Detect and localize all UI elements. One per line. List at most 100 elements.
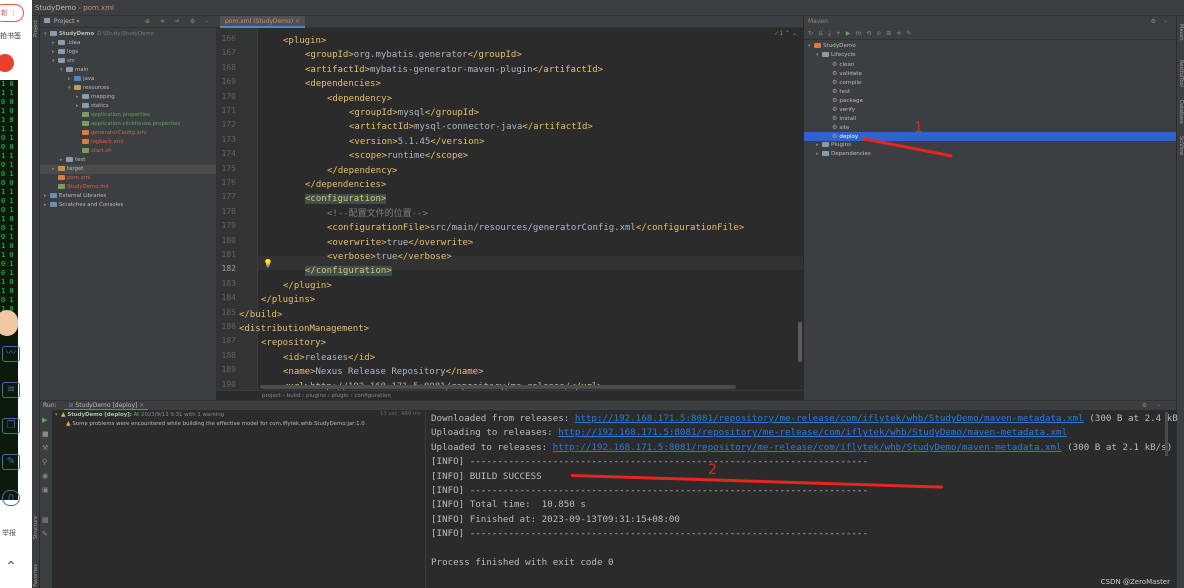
project-tree-item[interactable]: application-clickhouse.properties <box>40 120 216 129</box>
lifecycle-goal-test[interactable]: ⚙ test <box>804 87 1176 96</box>
code-line[interactable]: <groupId>mysql</groupId> <box>349 106 479 120</box>
project-view-select[interactable]: Project <box>54 18 75 25</box>
project-tree-item[interactable]: generatorConfig.xml <box>40 129 216 138</box>
project-tree-item[interactable]: ▸ Scratches and Consoles <box>40 201 216 210</box>
project-tree-item[interactable]: ▾ src <box>40 57 216 66</box>
project-tree-item[interactable]: ▸ target <box>40 165 216 174</box>
lightbulb-icon[interactable]: 💡 <box>263 259 273 268</box>
project-tree-item[interactable]: ▸ statics <box>40 102 216 111</box>
project-tree-item[interactable]: ▾ main <box>40 66 216 75</box>
code-line[interactable]: <plugin> <box>283 34 326 48</box>
console-link[interactable]: http://192.168.171.5:8081/repository/me-… <box>553 442 1062 453</box>
pin-icon[interactable]: ✎ <box>42 530 48 538</box>
layout-icon[interactable]: ▦ <box>42 516 49 524</box>
panel-actions[interactable]: ⊕ ≑ ≐ ⚙ – <box>145 16 212 28</box>
code-line[interactable]: <version>5.1.45</version> <box>349 135 484 149</box>
code-line[interactable]: <repository> <box>261 336 326 350</box>
code-line[interactable]: </dependencies> <box>305 178 386 192</box>
code-line[interactable]: <name>Nexus Release Repository</name> <box>283 365 484 379</box>
project-tree-item[interactable]: logback.xml <box>40 138 216 147</box>
maven-header-actions[interactable]: ⚙ – <box>1151 16 1170 28</box>
breadcrumb-item[interactable]: build <box>287 393 301 399</box>
editor-hscrollbar[interactable] <box>260 385 736 389</box>
console-link[interactable]: http://192.168.171.5:8081/repository/me-… <box>575 413 1084 424</box>
dependencies-node[interactable]: ▸ Dependencies <box>804 150 1176 159</box>
build-root-node[interactable]: ▾ ▲ StudyDemo [deploy]: At 2023/9/13 9:31… <box>52 410 425 419</box>
build-warning-node[interactable]: ▲ Some problems were encountered while b… <box>52 419 425 428</box>
rerun-icon[interactable]: ▶ <box>42 416 47 424</box>
stop-icon[interactable]: ■ <box>42 430 49 438</box>
lifecycle-goal-validate[interactable]: ⚙ validate <box>804 69 1176 78</box>
code-line[interactable]: <overwrite>true</overwrite> <box>327 236 473 250</box>
project-tree-item[interactable]: ▸ External Libraries <box>40 192 216 201</box>
console-output[interactable]: Downloaded from releases: http://192.168… <box>426 410 1178 588</box>
add-icon[interactable]: + <box>836 30 846 37</box>
camera-icon[interactable]: ▣ <box>42 486 49 494</box>
code-line[interactable]: <id>releases</id> <box>283 351 375 365</box>
copy-icon[interactable]: ❐ <box>2 418 20 434</box>
filter-icon[interactable]: ⚲ <box>42 458 47 466</box>
code-line[interactable]: <configuration> <box>305 192 387 206</box>
new-tab-button[interactable]: 新 ⋮ <box>0 4 24 22</box>
collapse-icon[interactable]: ≑ <box>896 30 906 37</box>
code-line[interactable]: <dependencies> <box>305 77 381 91</box>
run-icon[interactable]: ▶ <box>846 30 856 37</box>
code-line[interactable]: </dependency> <box>327 164 397 178</box>
download-icon[interactable]: ⤓ <box>828 30 836 37</box>
code-line[interactable]: <artifactId>mybatis-generator-maven-plug… <box>305 63 603 77</box>
inspection-widget[interactable]: ✓1 ⌃ ⌄ <box>774 30 797 37</box>
toggle-offline-icon[interactable]: ⟲ <box>866 30 876 37</box>
project-tree-item[interactable]: StudyDemo.iml <box>40 183 216 192</box>
eye-icon[interactable]: ◉ <box>42 472 48 480</box>
lifecycle-goal-clean[interactable]: ⚙ clean <box>804 60 1176 69</box>
nav-file[interactable]: pom.xml <box>83 4 114 12</box>
sciview-tool-tab[interactable]: SciView <box>1178 136 1184 155</box>
structure-tool-tab[interactable]: Structure <box>33 516 39 539</box>
code-line[interactable]: <dependency> <box>327 92 392 106</box>
code-line[interactable]: <!--配置文件的位置--> <box>327 207 428 221</box>
code-line[interactable]: <groupId>org.mybatis.generator</groupId> <box>305 48 522 62</box>
code-line[interactable]: </plugin> <box>283 279 332 293</box>
project-tree-item[interactable]: ▸ java <box>40 75 216 84</box>
skip-tests-icon[interactable]: ⊘ <box>876 30 886 37</box>
lifecycle-goal-package[interactable]: ⚙ package <box>804 96 1176 105</box>
code-line[interactable]: </build> <box>239 308 282 322</box>
chart-icon[interactable]: 〰 <box>2 346 20 362</box>
lifecycle-goal-verify[interactable]: ⚙ verify <box>804 105 1176 114</box>
headset-icon[interactable]: ∩ <box>2 490 20 506</box>
project-tool-tab[interactable]: Project <box>33 20 39 37</box>
wrench-icon[interactable]: ⚒ <box>42 444 48 452</box>
editor-tab-pom[interactable]: pom.xml (StudyDemo) × <box>220 16 305 28</box>
project-tree-item[interactable]: application.properties <box>40 111 216 120</box>
console-link[interactable]: http://192.168.171.5:8081/repository/me-… <box>558 427 1067 438</box>
maven-tool-tab[interactable]: Maven <box>1178 24 1184 41</box>
lifecycle-goal-install[interactable]: ⚙ install <box>804 114 1176 123</box>
chevron-up-icon[interactable]: ⌃ <box>2 560 20 576</box>
code-line[interactable]: <artifactId>mysql-connector-java</artifa… <box>349 120 593 134</box>
plugins-node[interactable]: ▸ Plugins <box>804 141 1176 150</box>
favorites-tool-tab[interactable]: Favorites <box>33 564 39 587</box>
settings-icon[interactable]: ✎ <box>906 30 916 37</box>
database-tool-tab[interactable]: Database <box>1178 100 1184 124</box>
project-tree-item[interactable]: ▾ StudyDemo D:\Study\StudyDemo <box>40 30 216 39</box>
lifecycle-goal-deploy[interactable]: ⚙ deploy <box>804 132 1176 141</box>
lifecycle-goal-compile[interactable]: ⚙ compile <box>804 78 1176 87</box>
lifecycle-goal-site[interactable]: ⚙ site <box>804 123 1176 132</box>
code-line[interactable]: <verbose>true</verbose> <box>327 250 452 264</box>
code-line[interactable]: <scope>runtime</scope> <box>349 149 468 163</box>
maven-project-node[interactable]: ▾ StudyDemo <box>804 42 1176 51</box>
breadcrumb-item[interactable]: plugins <box>306 393 326 399</box>
code-line[interactable]: </configuration> <box>305 264 392 278</box>
report-label[interactable]: 举报 <box>2 528 16 538</box>
breadcrumb-item[interactable]: configuration <box>354 393 390 399</box>
code-line[interactable]: <distributionManagement> <box>239 322 369 336</box>
restful-tool-tab[interactable]: RestfulTool <box>1178 60 1184 87</box>
code-line[interactable]: </plugins> <box>261 293 315 307</box>
nav-project[interactable]: StudyDemo <box>35 4 76 12</box>
editor-scrollbar[interactable] <box>798 322 802 362</box>
lifecycle-node[interactable]: ▾ Lifecycle <box>804 51 1176 60</box>
breadcrumb-item[interactable]: project <box>262 393 281 399</box>
project-tree-item[interactable]: ▸ mapping <box>40 93 216 102</box>
document-icon[interactable]: ≡ <box>2 382 20 398</box>
breadcrumb-item[interactable]: plugin <box>332 393 349 399</box>
